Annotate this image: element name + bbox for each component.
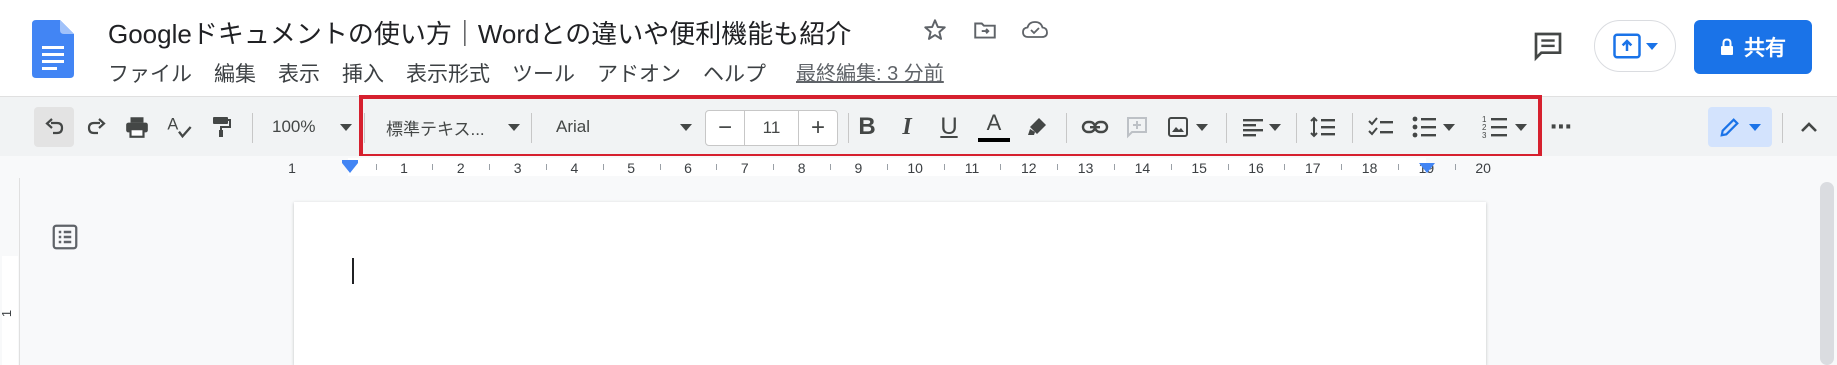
- ruler-number: 16: [1248, 160, 1264, 176]
- menu-tools[interactable]: ツール: [512, 58, 575, 88]
- ruler-tick: [830, 164, 831, 170]
- header: Googleドキュメントの使い方｜Wordとの違いや便利機能も紹介 ファイル 編…: [0, 0, 1837, 96]
- ruler-tick: [602, 164, 604, 170]
- ruler-number: 14: [1134, 160, 1151, 176]
- ruler-number: 15: [1191, 160, 1207, 176]
- menu-file[interactable]: ファイル: [108, 58, 192, 88]
- menu-bar: ファイル 編集 表示 挿入 表示形式 ツール アドオン ヘルプ: [108, 58, 788, 88]
- highlight-frame: [359, 95, 1542, 158]
- vertical-scrollbar[interactable]: [1820, 182, 1834, 365]
- ruler-tick: [943, 164, 945, 170]
- cloud-saved-icon[interactable]: [1020, 14, 1050, 46]
- ruler-number: 12: [1021, 160, 1037, 176]
- lock-icon: [1721, 38, 1733, 55]
- ruler-number: 18: [1361, 160, 1378, 176]
- ruler-tick: [716, 164, 718, 170]
- editing-mode-button[interactable]: [1708, 107, 1772, 147]
- more-options-button[interactable]: ⋯: [1544, 107, 1578, 147]
- ruler-number: 1: [400, 160, 408, 176]
- ruler-number: 3: [513, 160, 522, 176]
- ruler-number: 2: [456, 160, 465, 176]
- svg-text:A: A: [167, 115, 178, 133]
- ruler-tick: [1057, 164, 1059, 170]
- move-to-folder-icon[interactable]: [970, 14, 1000, 46]
- present-icon: [1613, 33, 1641, 59]
- ruler-tick: [659, 164, 661, 170]
- left-indent-marker[interactable]: [342, 163, 358, 173]
- ruler-tick: [1284, 164, 1286, 170]
- toolbar-divider: [1782, 113, 1783, 143]
- menu-edit[interactable]: 編集: [214, 58, 256, 88]
- menu-format[interactable]: 表示形式: [406, 58, 490, 88]
- chevron-up-icon[interactable]: [1794, 107, 1824, 147]
- title-actions: [920, 14, 1050, 46]
- ruler-tick: [1454, 164, 1456, 170]
- toolbar-divider: [252, 113, 253, 143]
- ruler-tick: [773, 164, 775, 170]
- pencil-icon: [1720, 118, 1739, 137]
- ruler-tick: [1398, 164, 1399, 170]
- present-button[interactable]: [1594, 20, 1676, 72]
- spellcheck-icon[interactable]: A: [162, 107, 196, 147]
- ruler-number: 6: [684, 160, 692, 176]
- share-button[interactable]: 共有: [1694, 20, 1812, 74]
- menu-help[interactable]: ヘルプ: [703, 58, 766, 88]
- ruler-number: 4: [570, 160, 579, 176]
- ruler-tick: [1114, 164, 1115, 170]
- vertical-ruler-label: 1: [0, 309, 15, 318]
- ruler-number: 1: [288, 160, 296, 176]
- menu-addons[interactable]: アドオン: [597, 58, 681, 88]
- chevron-down-icon: [1646, 42, 1658, 50]
- paint-format-icon[interactable]: [204, 107, 238, 147]
- ruler-tick: [1000, 164, 1002, 170]
- ruler-tick: [886, 164, 888, 170]
- redo-icon[interactable]: [80, 107, 114, 147]
- right-indent-marker[interactable]: [1419, 163, 1435, 173]
- ruler-tick: [432, 164, 434, 170]
- zoom-value: 100%: [272, 117, 316, 136]
- ruler-number: 17: [1305, 160, 1321, 176]
- ruler-tick: [1341, 164, 1343, 170]
- ruler-tick: [489, 164, 491, 170]
- zoom-select[interactable]: 100%: [266, 107, 352, 147]
- last-edit-link[interactable]: 最終編集: 3 分前: [796, 57, 944, 86]
- ruler-tick: [1227, 164, 1229, 170]
- document-outline-icon[interactable]: [50, 222, 80, 252]
- ruler-number: 9: [854, 160, 863, 176]
- text-cursor: [352, 258, 354, 284]
- undo-icon[interactable]: [34, 107, 74, 147]
- ruler-tick: [1170, 164, 1172, 170]
- menu-view[interactable]: 表示: [278, 58, 320, 88]
- ruler-number: 13: [1077, 160, 1094, 176]
- docs-logo-icon[interactable]: [32, 20, 74, 78]
- ruler-number: 5: [627, 160, 636, 176]
- share-label: 共有: [1744, 37, 1786, 60]
- document-page[interactable]: [294, 202, 1486, 365]
- menu-insert[interactable]: 挿入: [342, 58, 384, 88]
- star-icon[interactable]: [920, 14, 950, 46]
- print-icon[interactable]: [120, 107, 154, 147]
- ruler-number: 20: [1475, 160, 1491, 176]
- ruler-tick: [375, 164, 377, 170]
- chevron-down-icon: [340, 123, 352, 131]
- chevron-down-icon: [1749, 123, 1761, 131]
- ruler-number: 11: [964, 160, 980, 176]
- comment-icon[interactable]: [1528, 26, 1568, 66]
- ruler-number: 10: [907, 160, 923, 176]
- ruler-number: 7: [740, 160, 749, 176]
- ruler-number: 8: [797, 160, 806, 176]
- first-line-indent-marker[interactable]: [342, 160, 358, 163]
- ruler-tick: [546, 164, 547, 170]
- document-title[interactable]: Googleドキュメントの使い方｜Wordとの違いや便利機能も紹介: [108, 14, 851, 51]
